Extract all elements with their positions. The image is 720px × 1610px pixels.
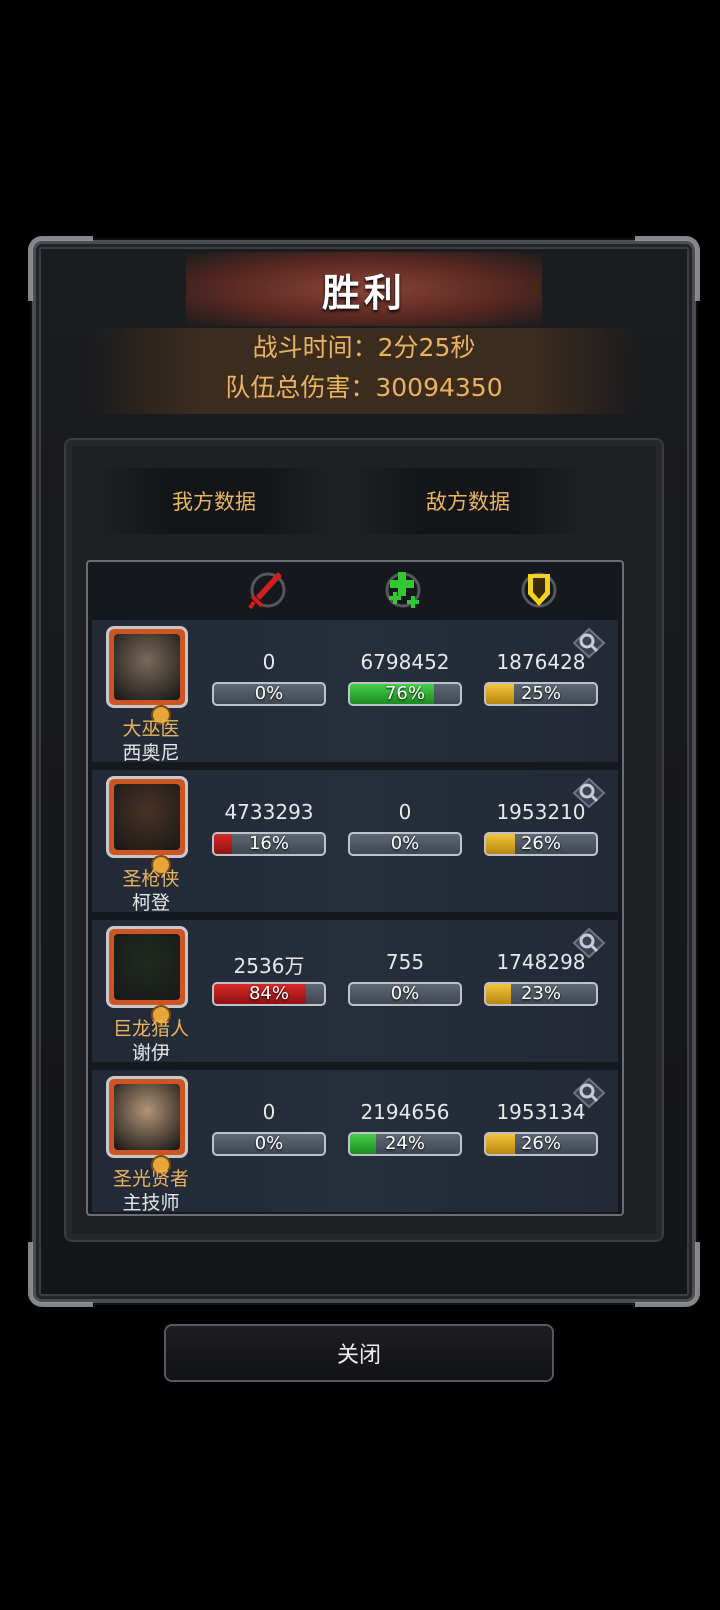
healing-value: 755 bbox=[385, 950, 425, 974]
hero-row: 巨龙猎人 谢伊 2536万 84% 755 0% 1748298 23% bbox=[92, 920, 618, 1064]
damage-cell: 4733293 16% bbox=[212, 800, 326, 860]
damage-value: 0 bbox=[262, 1100, 276, 1124]
hero-avatar[interactable] bbox=[106, 776, 188, 873]
sword-icon bbox=[248, 572, 286, 610]
damage-value: 0 bbox=[262, 650, 276, 674]
hero-stats-table: 大巫医 西奥尼 0 0% 6798452 76% 1876428 25% 圣枪侠… bbox=[86, 560, 624, 1216]
healing-cell: 755 0% bbox=[348, 950, 462, 1010]
corner-ornament bbox=[28, 1242, 93, 1307]
hero-class: 大巫医 bbox=[122, 718, 180, 740]
tank-bar: 26% bbox=[484, 1132, 598, 1156]
battle-result-panel: 胜利 战斗时间：2分25秒 队伍总伤害：30094350 我方数据 敌方数据 大… bbox=[28, 236, 700, 1307]
healing-cell: 6798452 76% bbox=[348, 650, 462, 710]
damage-cell: 0 0% bbox=[212, 1100, 326, 1160]
stats-container: 我方数据 敌方数据 大巫医 西奥尼 0 0% 6798452 76% 18764… bbox=[64, 438, 664, 1242]
damage-cell: 0 0% bbox=[212, 650, 326, 710]
corner-ornament bbox=[635, 236, 700, 301]
hero-row: 圣光贤者 主技师 0 0% 2194656 24% 1953134 26% bbox=[92, 1070, 618, 1214]
damage-cell: 2536万 84% bbox=[212, 950, 326, 1010]
damage-value: 4733293 bbox=[224, 800, 314, 824]
tank-percent: 23% bbox=[520, 983, 561, 1004]
shield-icon bbox=[521, 572, 557, 608]
damage-bar: 84% bbox=[212, 982, 326, 1006]
title-banner: 胜利 bbox=[186, 252, 542, 326]
healing-percent: 0% bbox=[390, 983, 420, 1004]
hero-name: 谢伊 bbox=[131, 1042, 170, 1064]
healing-bar: 76% bbox=[348, 682, 462, 706]
page-title: 胜利 bbox=[321, 270, 406, 315]
hero-row: 圣枪侠 柯登 4733293 16% 0 0% 1953210 26% bbox=[92, 770, 618, 914]
hero-row: 大巫医 西奥尼 0 0% 6798452 76% 1876428 25% bbox=[92, 620, 618, 764]
hero-avatar[interactable] bbox=[106, 926, 188, 1023]
hero-portrait bbox=[114, 1084, 180, 1150]
heal-icon bbox=[385, 572, 421, 608]
close-button[interactable]: 关闭 bbox=[164, 1324, 554, 1382]
tank-percent: 25% bbox=[520, 683, 561, 704]
damage-value: 2536万 bbox=[233, 954, 305, 978]
hero-avatar[interactable] bbox=[106, 626, 188, 723]
hero-name: 柯登 bbox=[131, 892, 170, 914]
hero-portrait bbox=[114, 634, 180, 700]
healing-percent: 24% bbox=[384, 1133, 425, 1154]
damage-bar: 16% bbox=[212, 832, 326, 856]
healing-value: 6798452 bbox=[360, 650, 450, 674]
battle-summary: 战斗时间：2分25秒 队伍总伤害：30094350 bbox=[88, 328, 640, 414]
hero-portrait bbox=[114, 934, 180, 1000]
hero-avatar[interactable] bbox=[106, 1076, 188, 1173]
damage-percent: 16% bbox=[248, 833, 289, 854]
healing-cell: 2194656 24% bbox=[348, 1100, 462, 1160]
healing-cell: 0 0% bbox=[348, 800, 462, 860]
healing-percent: 0% bbox=[390, 833, 420, 854]
hero-class: 圣枪侠 bbox=[122, 868, 180, 890]
healing-bar: 0% bbox=[348, 832, 462, 856]
tank-percent: 26% bbox=[520, 1133, 561, 1154]
healing-bar: 0% bbox=[348, 982, 462, 1006]
team-total-damage: 队伍总伤害：30094350 bbox=[225, 373, 503, 402]
tank-bar: 26% bbox=[484, 832, 598, 856]
hero-name: 西奥尼 bbox=[122, 742, 180, 764]
corner-ornament bbox=[28, 236, 93, 301]
hero-portrait bbox=[114, 784, 180, 850]
tab-our-data[interactable]: 我方数据 bbox=[96, 468, 332, 534]
healing-percent: 76% bbox=[384, 683, 425, 704]
damage-bar: 0% bbox=[212, 682, 326, 706]
damage-percent: 0% bbox=[254, 1133, 284, 1154]
search-icon[interactable] bbox=[570, 776, 608, 810]
tab-enemy-data[interactable]: 敌方数据 bbox=[350, 468, 586, 534]
healing-value: 2194656 bbox=[360, 1100, 450, 1124]
search-icon[interactable] bbox=[570, 1076, 608, 1110]
hero-name: 主技师 bbox=[122, 1192, 180, 1214]
damage-percent: 0% bbox=[254, 683, 284, 704]
search-icon[interactable] bbox=[570, 626, 608, 660]
tank-percent: 26% bbox=[520, 833, 561, 854]
tank-bar: 25% bbox=[484, 682, 598, 706]
search-icon[interactable] bbox=[570, 926, 608, 960]
corner-ornament bbox=[635, 1242, 700, 1307]
damage-bar: 0% bbox=[212, 1132, 326, 1156]
healing-value: 0 bbox=[398, 800, 412, 824]
hero-class: 圣光贤者 bbox=[112, 1168, 189, 1190]
hero-class: 巨龙猎人 bbox=[112, 1018, 189, 1040]
battle-time: 战斗时间：2分25秒 bbox=[252, 333, 476, 362]
tank-bar: 23% bbox=[484, 982, 598, 1006]
damage-percent: 84% bbox=[248, 983, 289, 1004]
healing-bar: 24% bbox=[348, 1132, 462, 1156]
